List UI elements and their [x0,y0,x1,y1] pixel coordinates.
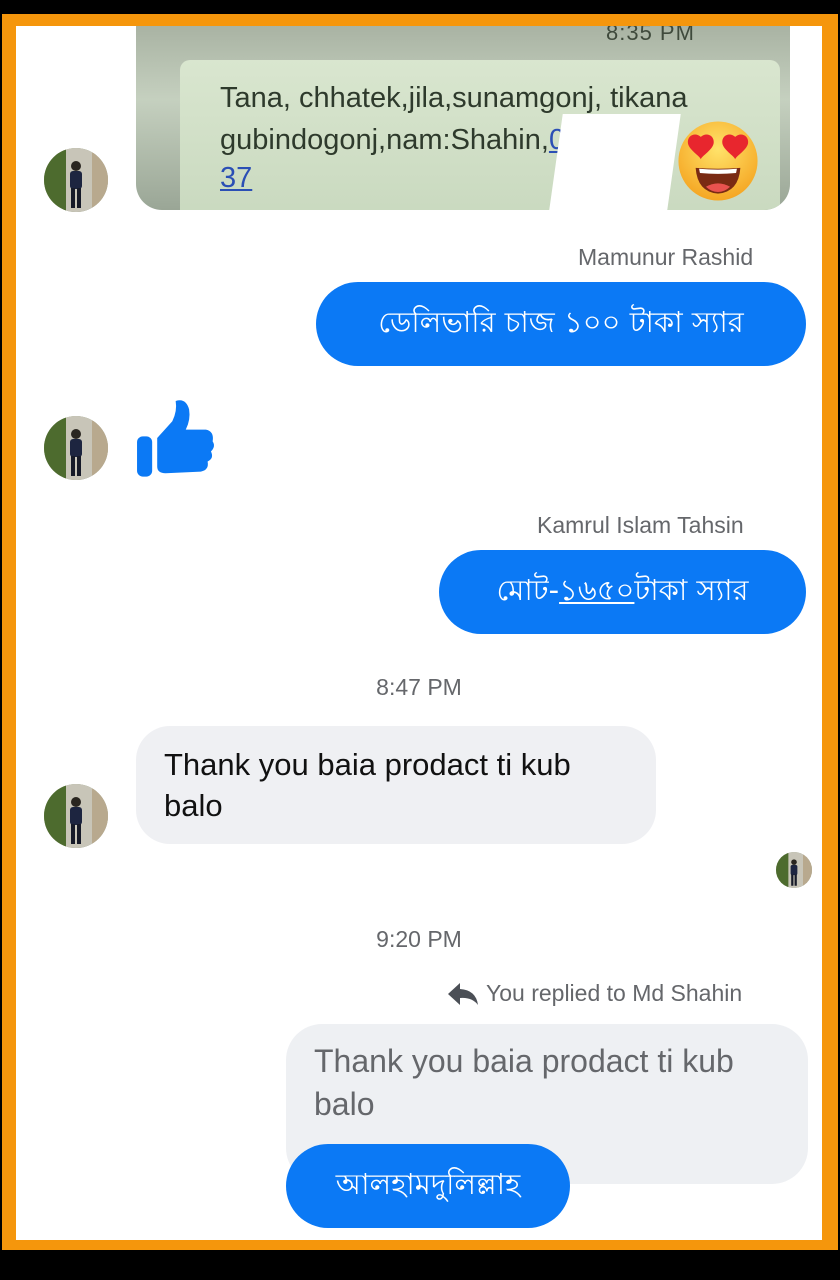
image-text-line-3: 37 [220,162,253,194]
amount-link[interactable]: ১৬৫০ [559,568,634,617]
heart-eyes-emoji-icon[interactable] [675,118,761,204]
chat-thread[interactable]: 8:35 PM Tana, chhatek,jila,sunamgonj, ti… [16,26,822,1240]
contact-avatar[interactable] [44,416,108,480]
reply-note-text: You replied to Md Shahin [486,980,743,1006]
outgoing-message[interactable]: মোট- ১৬৫০ টাকা স্যার [439,550,806,634]
sender-name: Kamrul Islam Tahsin [537,512,744,538]
thumbs-up-icon[interactable] [132,396,216,480]
image-text-line-2: gubindogonj,nam:Shahin,0171 [220,124,613,157]
image-timestamp: 8:35 PM [606,26,695,45]
image-text-line-1: Tana, chhatek,jila,sunamgonj, tikana [220,82,688,114]
reaction-backdrop [549,114,681,210]
timestamp-divider: 8:47 PM [376,674,462,700]
incoming-message[interactable]: Thank you baia prodact ti kub balo [136,726,656,844]
outgoing-reply-message[interactable]: আলহামদুলিল্লাহ [286,1144,570,1228]
timestamp-divider: 9:20 PM [376,926,462,952]
reply-note: You replied to Md Shahin [446,980,742,1007]
contact-avatar[interactable] [44,148,108,212]
seen-receipt-avatar [776,852,812,888]
sender-name: Mamunur Rashid [578,244,754,270]
outgoing-message[interactable]: ডেলিভারি চাজ ১০০ টাকা স্যার [316,282,806,366]
contact-avatar[interactable] [44,784,108,848]
reply-arrow-icon [448,982,478,1005]
